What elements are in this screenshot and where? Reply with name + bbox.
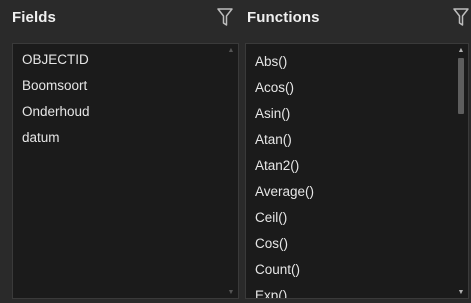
scrollbar-thumb[interactable]	[458, 58, 464, 114]
function-item[interactable]: Average()	[246, 179, 468, 205]
functions-scrollbar[interactable]: ▲ ▼	[454, 44, 468, 298]
fields-header: Fields	[0, 0, 233, 34]
fields-list[interactable]: OBJECTID Boomsoort Onderhoud datum ▲ ▼	[12, 43, 239, 299]
functions-filter-icon[interactable]	[453, 8, 469, 26]
function-item[interactable]: Ceil()	[246, 205, 468, 231]
fields-filter-icon[interactable]	[217, 8, 233, 26]
field-item[interactable]: Boomsoort	[13, 73, 238, 99]
function-item[interactable]: Abs()	[246, 49, 468, 75]
field-item[interactable]: datum	[13, 125, 238, 151]
function-item[interactable]: Atan2()	[246, 153, 468, 179]
function-item[interactable]: Asin()	[246, 101, 468, 127]
scroll-up-arrow-icon[interactable]: ▲	[224, 44, 238, 56]
function-item[interactable]: Cos()	[246, 231, 468, 257]
function-item[interactable]: Count()	[246, 257, 468, 283]
functions-panel: Functions Abs() Acos() Asin() Atan() Ata…	[241, 0, 471, 303]
functions-header: Functions	[241, 0, 471, 34]
scroll-up-arrow-icon[interactable]: ▲	[454, 44, 468, 56]
scroll-down-arrow-icon[interactable]: ▼	[224, 286, 238, 298]
fields-scrollbar[interactable]: ▲ ▼	[224, 44, 238, 298]
function-item[interactable]: Atan()	[246, 127, 468, 153]
field-item[interactable]: Onderhoud	[13, 99, 238, 125]
fields-title: Fields	[12, 8, 56, 26]
fields-panel: Fields OBJECTID Boomsoort Onderhoud datu…	[0, 0, 241, 303]
functions-title: Functions	[247, 8, 320, 26]
field-item[interactable]: OBJECTID	[13, 47, 238, 73]
function-item[interactable]: Acos()	[246, 75, 468, 101]
functions-list[interactable]: Abs() Acos() Asin() Atan() Atan2() Avera…	[245, 43, 469, 299]
scroll-down-arrow-icon[interactable]: ▼	[454, 286, 468, 298]
function-item[interactable]: Exp()	[246, 283, 468, 298]
